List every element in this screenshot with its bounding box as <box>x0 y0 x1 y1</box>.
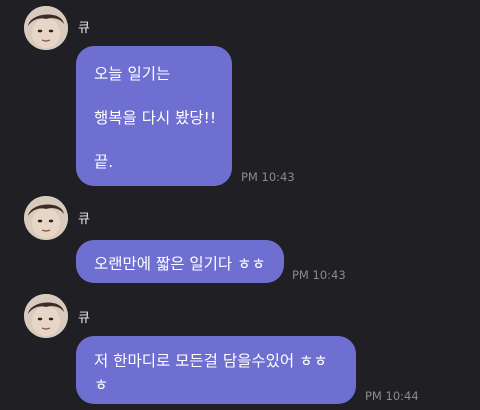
message-timestamp: PM 10:43 <box>241 170 295 184</box>
message-text: 행복을 다시 봤당!! <box>94 109 217 127</box>
avatar-photo-icon <box>24 196 68 240</box>
avatar-photo-icon <box>24 6 68 50</box>
message-timestamp: PM 10:43 <box>292 268 346 282</box>
message-text: 오늘 일기는 <box>94 65 171 83</box>
avatar-photo-icon <box>24 294 68 338</box>
sender-name: 큐 <box>78 21 90 36</box>
message-bubble[interactable]: 오랜만에 짧은 일기다 ㅎㅎ <box>76 240 284 283</box>
message-timestamp: PM 10:44 <box>365 389 419 403</box>
sender-name: 큐 <box>78 212 90 227</box>
sender-avatar[interactable] <box>24 6 68 50</box>
message-text: 오랜만에 짧은 일기다 ㅎㅎ <box>94 255 266 273</box>
message-text: ㅎ <box>94 376 109 394</box>
message-bubble[interactable]: 저 한마디로 모든걸 담을수있어 ㅎㅎ ㅎ <box>76 336 356 404</box>
sender-avatar[interactable] <box>24 196 68 240</box>
message-bubble[interactable]: 오늘 일기는 행복을 다시 봤당!! 끝. <box>76 46 232 186</box>
sender-name: 큐 <box>78 311 90 326</box>
message-text: 저 한마디로 모든걸 담을수있어 ㅎㅎ <box>94 352 328 370</box>
message-text: 끝. <box>94 153 114 171</box>
sender-avatar[interactable] <box>24 294 68 338</box>
